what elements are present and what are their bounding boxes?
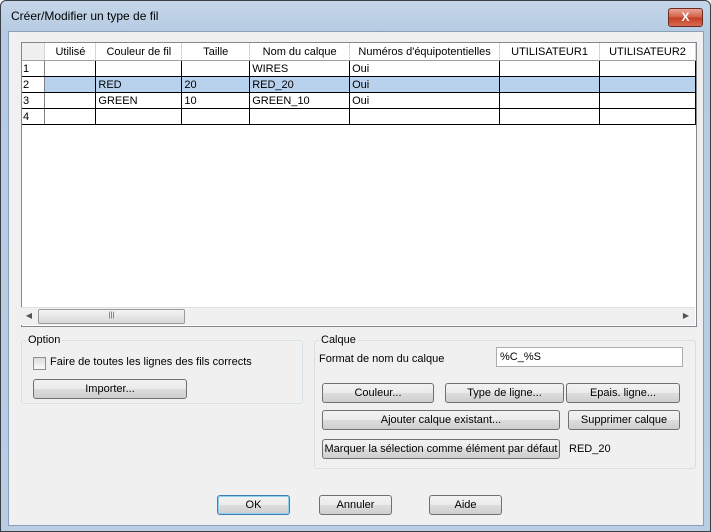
col-header-couleur[interactable]: Couleur de fil bbox=[95, 43, 183, 61]
scroll-thumb[interactable]: ||| bbox=[38, 309, 185, 324]
table-row[interactable]: 4 bbox=[22, 108, 696, 125]
col-header-utilise[interactable]: Utilisé bbox=[44, 43, 97, 61]
table-row[interactable]: 1 WIRES Oui bbox=[22, 60, 696, 77]
cell-u2[interactable] bbox=[599, 60, 696, 77]
row-header[interactable]: 4 bbox=[22, 108, 46, 125]
cell-equip[interactable]: Oui bbox=[349, 92, 501, 109]
cell-size[interactable]: 20 bbox=[181, 76, 251, 93]
correct-lines-checkbox[interactable] bbox=[33, 357, 46, 370]
grid-table: Utilisé Couleur de fil Taille Nom du cal… bbox=[22, 43, 696, 125]
scroll-right-icon[interactable]: ▶ bbox=[681, 311, 691, 321]
cell-equip[interactable]: Oui bbox=[349, 76, 501, 93]
col-header-utilisateur1[interactable]: UTILISATEUR1 bbox=[499, 43, 600, 61]
format-label: Format de nom du calque bbox=[319, 353, 445, 365]
row-header[interactable]: 1 bbox=[22, 60, 46, 77]
supprimer-calque-button[interactable]: Supprimer calque bbox=[568, 410, 680, 430]
cell-layer[interactable] bbox=[249, 108, 351, 125]
row-header[interactable]: 2 bbox=[22, 76, 46, 93]
cell-equip[interactable] bbox=[349, 108, 501, 125]
calque-legend: Calque bbox=[321, 334, 356, 346]
cell-equip[interactable]: Oui bbox=[349, 60, 501, 77]
cell-color[interactable] bbox=[95, 60, 183, 77]
dialog-client: Utilisé Couleur de fil Taille Nom du cal… bbox=[8, 31, 704, 526]
cell-u2[interactable] bbox=[599, 108, 696, 125]
cell-u1[interactable] bbox=[499, 60, 600, 77]
import-button[interactable]: Importer... bbox=[33, 379, 187, 399]
ajouter-calque-button[interactable]: Ajouter calque existant... bbox=[322, 410, 560, 430]
option-legend: Option bbox=[28, 334, 61, 346]
cell-u1[interactable] bbox=[499, 76, 600, 93]
col-header-nom-calque[interactable]: Nom du calque bbox=[249, 43, 351, 61]
marquer-defaut-button[interactable]: Marquer la sélection comme élément par d… bbox=[322, 439, 560, 459]
cell-used[interactable] bbox=[44, 76, 97, 93]
wire-type-grid[interactable]: Utilisé Couleur de fil Taille Nom du cal… bbox=[21, 42, 697, 327]
col-header-taille[interactable]: Taille bbox=[181, 43, 251, 61]
cell-size[interactable] bbox=[181, 108, 251, 125]
col-header-utilisateur2[interactable]: UTILISATEUR2 bbox=[599, 43, 696, 61]
cell-used[interactable] bbox=[44, 108, 97, 125]
default-layer-value: RED_20 bbox=[569, 443, 611, 455]
dialog-window: Créer/Modifier un type de fil X Utilisé … bbox=[0, 0, 711, 532]
cell-color[interactable] bbox=[95, 108, 183, 125]
couleur-button[interactable]: Couleur... bbox=[322, 383, 434, 403]
cell-u2[interactable] bbox=[599, 76, 696, 93]
cell-size[interactable] bbox=[181, 60, 251, 77]
epais-ligne-button[interactable]: Epais. ligne... bbox=[566, 383, 680, 403]
help-button[interactable]: Aide bbox=[429, 495, 502, 515]
cell-u2[interactable] bbox=[599, 92, 696, 109]
scroll-left-icon[interactable]: ◀ bbox=[24, 311, 34, 321]
grid-header-row: Utilisé Couleur de fil Taille Nom du cal… bbox=[22, 43, 696, 61]
cell-used[interactable] bbox=[44, 92, 97, 109]
type-ligne-button[interactable]: Type de ligne... bbox=[445, 383, 564, 403]
cell-layer[interactable]: RED_20 bbox=[249, 76, 351, 93]
grip-icon: ||| bbox=[108, 312, 115, 319]
cell-size[interactable]: 10 bbox=[181, 92, 251, 109]
correct-lines-label: Faire de toutes les lignes des fils corr… bbox=[50, 356, 252, 368]
table-row[interactable]: 3 GREEN 10 GREEN_10 Oui bbox=[22, 92, 696, 109]
cell-color[interactable]: RED bbox=[95, 76, 183, 93]
cell-used[interactable] bbox=[44, 60, 97, 77]
close-icon: X bbox=[681, 10, 690, 24]
cell-layer[interactable]: GREEN_10 bbox=[249, 92, 351, 109]
row-header[interactable]: 3 bbox=[22, 92, 46, 109]
ok-button[interactable]: OK bbox=[217, 495, 290, 515]
close-button[interactable]: X bbox=[668, 8, 703, 27]
cancel-button[interactable]: Annuler bbox=[319, 495, 392, 515]
title-bar[interactable]: Créer/Modifier un type de fil X bbox=[1, 1, 710, 31]
cell-layer[interactable]: WIRES bbox=[249, 60, 351, 77]
grid-corner[interactable] bbox=[22, 43, 46, 61]
cell-u1[interactable] bbox=[499, 92, 600, 109]
col-header-equipotentielles[interactable]: Numéros d'équipotentielles bbox=[349, 43, 501, 61]
window-title: Créer/Modifier un type de fil bbox=[11, 9, 159, 23]
cell-u1[interactable] bbox=[499, 108, 600, 125]
table-row-selected[interactable]: 2 RED 20 RED_20 Oui bbox=[22, 76, 696, 93]
horizontal-scrollbar[interactable]: ◀ ||| ▶ bbox=[21, 307, 695, 325]
layer-format-input[interactable] bbox=[496, 347, 683, 367]
cell-color[interactable]: GREEN bbox=[95, 92, 183, 109]
